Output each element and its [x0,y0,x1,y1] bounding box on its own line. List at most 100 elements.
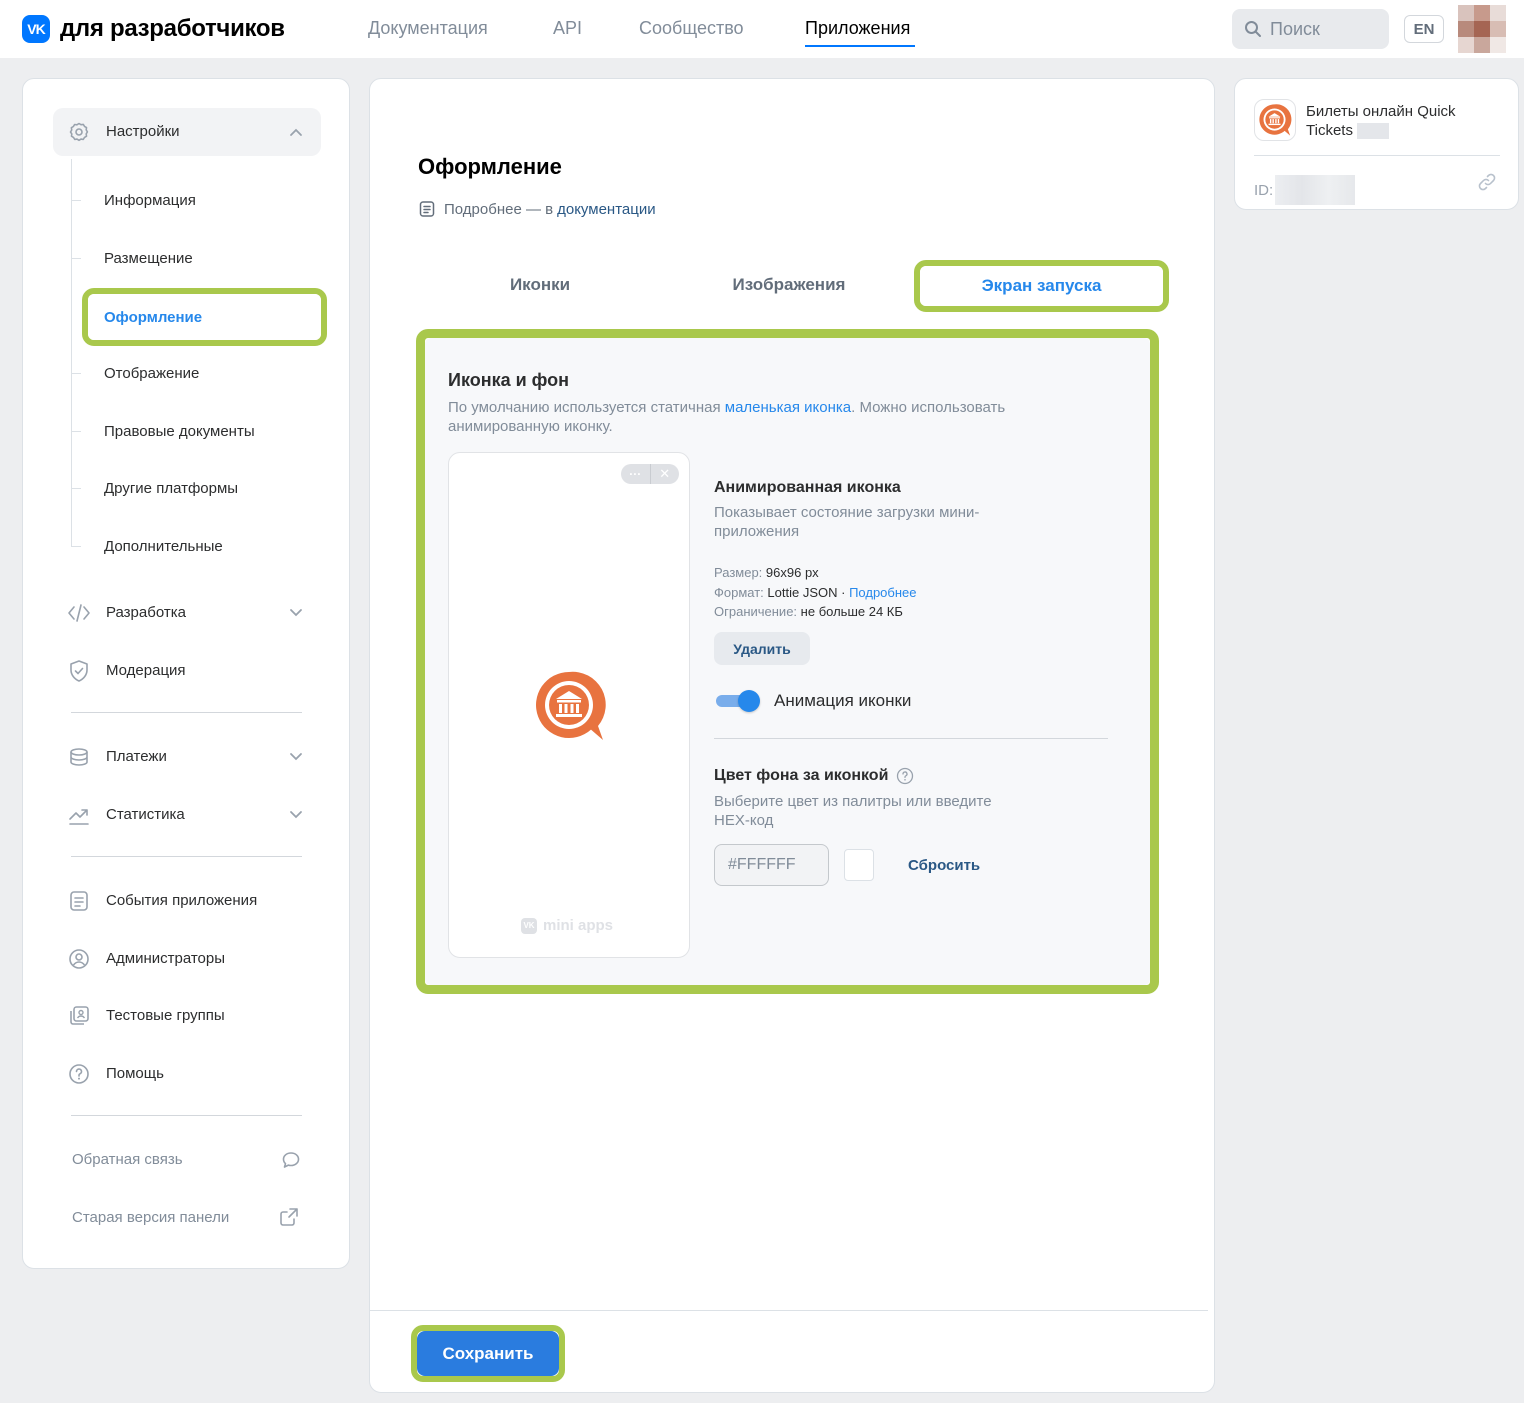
reset-button[interactable]: Сбросить [908,857,980,874]
sidebar-item-admins[interactable]: Администраторы [67,947,307,971]
sidebar-item-info[interactable]: Информация [104,192,196,209]
chevron-down-icon [290,753,302,761]
nav-active-underline [805,45,915,47]
chart-icon [69,809,89,825]
tree-tick [71,546,81,547]
help-icon [69,1064,89,1084]
chevron-up-icon [290,128,302,136]
test-groups-icon [70,1006,89,1025]
feedback-link[interactable]: Обратная связь [72,1148,304,1172]
events-label: События приложения [106,892,258,909]
sidebar-item-placement[interactable]: Размещение [104,250,193,267]
app-card-divider [1254,155,1500,156]
app-icon-preview [536,671,606,740]
chevron-down-icon [290,609,302,617]
help-label: Помощь [106,1065,164,1082]
link-icon[interactable] [1476,171,1498,193]
page-title: Оформление [418,154,562,179]
mini-apps-footer: VK mini apps [521,917,613,934]
file-requirements: Размер: 96x96 px Формат: Lottie JSON · П… [714,563,917,622]
sidebar-item-stats[interactable]: Статистика [67,803,307,827]
panel-divider [714,738,1108,739]
nav-apps[interactable]: Приложения [805,18,910,39]
bg-color-desc: Выберите цвет из палитры или введите HEX… [714,792,1034,830]
limit-label: Ограничение: [714,604,798,619]
tree-tick [71,431,81,432]
old-panel-label: Старая версия панели [72,1209,230,1226]
delete-button[interactable]: Удалить [714,632,810,665]
close-icon: ✕ [659,466,671,481]
nav-api[interactable]: API [553,18,582,39]
sidebar-item-moderation[interactable]: Модерация [67,659,307,683]
mini-apps-label: mini apps [543,917,614,934]
sidebar-item-settings[interactable]: Настройки [53,108,321,156]
sidebar-divider [71,1115,302,1116]
sidebar-item-additional[interactable]: Дополнительные [104,538,223,555]
save-button[interactable]: Сохранить [417,1331,559,1376]
main-content: Оформление Подробнее — в документации Ик… [369,78,1215,1393]
site-logo[interactable]: VK для разработчиков [22,15,285,43]
sidebar-item-legal[interactable]: Правовые документы [104,423,255,440]
small-icon-link[interactable]: маленькая иконка [725,399,851,416]
nav-community[interactable]: Сообщество [639,18,744,39]
more-icon: ··· [621,464,651,484]
sidebar-item-dev[interactable]: Разработка [67,601,307,625]
sidebar-item-events[interactable]: События приложения [67,889,307,913]
bg-color-title: Цвет фона за иконкой [714,767,889,784]
sidebar-item-display[interactable]: Отображение [104,365,199,382]
sidebar-divider [71,712,302,713]
app-card: Билеты онлайн Quick Tickets ID: [1234,78,1519,210]
chevron-down-icon [290,811,302,819]
search-input[interactable]: Поиск [1232,9,1389,49]
sidebar-item-platforms[interactable]: Другие платформы [104,480,238,497]
bg-desc-line1: Выберите цвет из палитры или введите [714,793,992,810]
format-more-link[interactable]: Подробнее [849,585,916,600]
toggle-label: Анимация иконки [774,691,912,710]
language-switch[interactable]: EN [1404,15,1444,43]
dev-label: Разработка [106,604,186,621]
anim-desc-line2: приложения [714,523,800,540]
top-header: VK для разработчиков Документация API Со… [0,0,1524,58]
sidebar-item-test-groups[interactable]: Тестовые группы [67,1004,307,1028]
sidebar-item-design[interactable]: Оформление [104,309,202,326]
search-placeholder: Поиск [1270,18,1320,39]
anim-icon-desc: Показывает состояние загрузки мини- прил… [714,503,1014,541]
app-id-label: ID: [1254,181,1274,199]
sidebar-item-payments[interactable]: Платежи [67,745,307,769]
sidebar: Настройки Информация Размещение Оформлен… [22,78,350,1269]
old-panel-link[interactable]: Старая версия панели [72,1206,304,1230]
coins-icon [70,748,88,766]
shield-icon [70,660,88,682]
tab-images[interactable]: Изображения [714,275,864,295]
hex-color-input[interactable]: #FFFFFF [714,844,829,886]
documentation-link[interactable]: документации [557,201,656,218]
tab-launch-screen[interactable]: Экран запуска [920,266,1163,306]
limit-value: не больше 24 КБ [800,604,903,619]
icon-bg-panel: Иконка и фон По умолчанию используется с… [425,338,1150,985]
admins-label: Администраторы [106,950,226,967]
vk-logo-icon: VK [22,15,50,43]
search-icon [1245,21,1261,37]
vk-small-icon: VK [521,917,537,934]
color-swatch[interactable] [844,849,874,881]
tab-icons[interactable]: Иконки [470,275,610,295]
feedback-label: Обратная связь [72,1151,183,1168]
tree-tick [71,200,81,201]
highlight-frame-save: Сохранить [411,1325,565,1382]
nav-documentation[interactable]: Документация [368,18,488,39]
help-icon[interactable] [896,767,914,785]
avatar[interactable] [1458,5,1506,53]
logo-text: для разработчиков [60,15,285,42]
launch-preview: ··· ✕ VK mini apps [448,452,690,958]
sidebar-item-help[interactable]: Помощь [67,1062,307,1086]
size-value: 96x96 px [765,565,819,580]
animation-toggle[interactable] [716,690,762,712]
toggle-knob [738,690,760,712]
footer-divider [370,1310,1208,1311]
settings-label: Настройки [106,123,180,140]
chat-bubble-icon [282,1152,300,1168]
sidebar-divider [71,856,302,857]
redacted-block [1357,123,1390,140]
app-name-line2: Tickets [1306,122,1353,139]
anim-desc-line1: Показывает состояние загрузки мини- [714,504,980,521]
